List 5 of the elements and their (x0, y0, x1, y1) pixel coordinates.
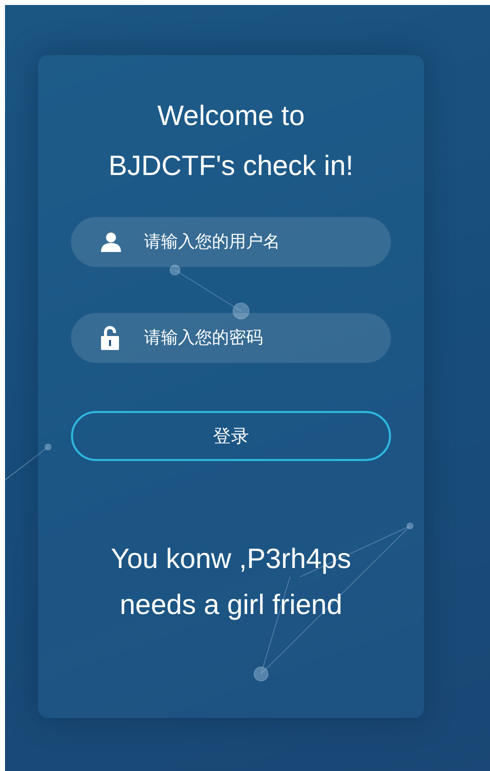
unlocked-padlock-icon (101, 326, 119, 350)
welcome-title: Welcome to BJDCTF's check in! (108, 99, 354, 183)
message-text: You konw ,P3rh4ps needs a girl friend (110, 542, 352, 622)
login-button[interactable]: 登录 (71, 411, 391, 461)
user-icon (101, 232, 121, 252)
